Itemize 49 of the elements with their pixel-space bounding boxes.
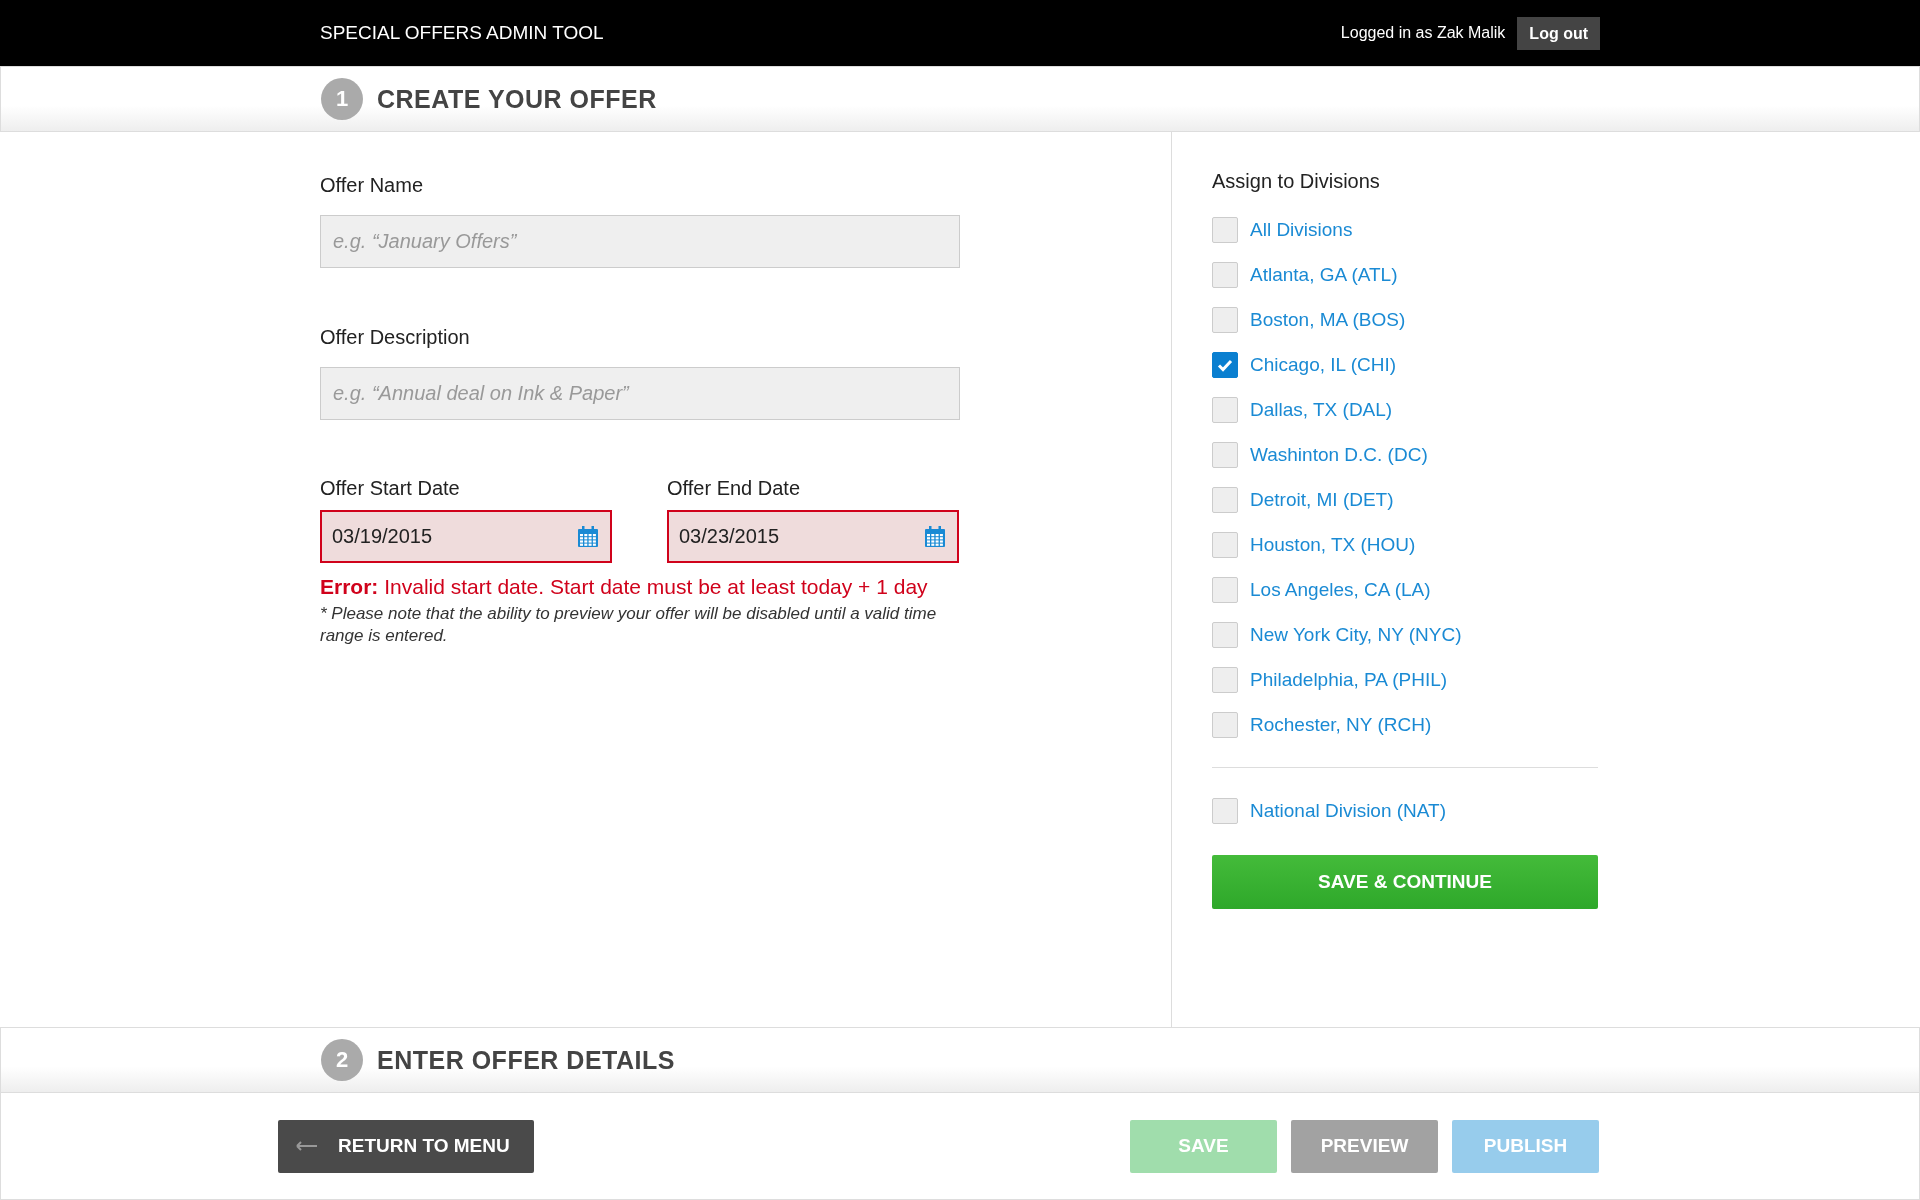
error-message: Error: Invalid start date. Start date must be at least today + 1 day: [320, 575, 929, 599]
field-label: Offer Description: [320, 326, 471, 349]
note-text: * Please note that the ability to preview your offer will be disabled until a valid time range is entered.: [320, 603, 938, 647]
field-label: Offer Start Date: [320, 477, 461, 500]
return-to-menu-button[interactable]: RETURN TO MENU: [278, 1119, 534, 1173]
division-label[interactable]: Washinton D.C. (DC): [1250, 443, 1428, 466]
field-label: Offer Name: [320, 174, 424, 197]
division-label[interactable]: Philadelphia, PA (PHIL): [1250, 668, 1448, 691]
checkbox[interactable]: [1212, 351, 1238, 378]
division-label[interactable]: Detroit, MI (DET): [1250, 488, 1394, 511]
checkbox[interactable]: [1212, 621, 1238, 648]
division-label[interactable]: Los Angeles, CA (LA): [1250, 578, 1431, 601]
calendar-icon[interactable]: [576, 524, 600, 549]
offer-description-field[interactable]: e.g. “Annual deal on Ink & Paper”: [320, 367, 960, 420]
division-label[interactable]: Boston, MA (BOS): [1250, 308, 1406, 331]
checkbox[interactable]: [1212, 666, 1238, 693]
step-number: 2: [321, 1039, 363, 1081]
user-text: Logged in as Zak Malik: [1340, 24, 1506, 42]
save-continue-button[interactable]: SAVE & CONTINUE: [1212, 855, 1598, 909]
checkbox[interactable]: [1212, 531, 1238, 558]
arrow-left-icon: [296, 1141, 318, 1151]
checkbox[interactable]: [1212, 797, 1238, 824]
checkbox[interactable]: [1212, 486, 1238, 513]
division-label[interactable]: New York City, NY (NYC): [1250, 623, 1462, 646]
step-title: CREATE YOUR OFFER: [377, 84, 657, 114]
checkbox[interactable]: [1212, 396, 1238, 423]
checkbox[interactable]: [1212, 576, 1238, 603]
division-label[interactable]: National Division (NAT): [1250, 799, 1447, 822]
division-label[interactable]: Rochester, NY (RCH): [1250, 713, 1432, 736]
division-label[interactable]: Houston, TX (HOU): [1250, 533, 1416, 556]
checkbox[interactable]: [1212, 261, 1238, 288]
checkbox[interactable]: [1212, 216, 1238, 243]
checkbox[interactable]: [1212, 306, 1238, 333]
date-field[interactable]: 03/19/2015: [320, 510, 612, 563]
step-title: ENTER OFFER DETAILS: [377, 1045, 675, 1075]
offer-name-field[interactable]: e.g. “January Offers”: [320, 215, 960, 268]
division-label[interactable]: Atlanta, GA (ATL): [1250, 263, 1398, 286]
logout-button[interactable]: Log out: [1517, 16, 1600, 50]
app-title: SPECIAL OFFERS ADMIN TOOL: [320, 22, 604, 44]
date-field[interactable]: 03/23/2015: [667, 510, 959, 563]
calendar-icon[interactable]: [923, 524, 947, 549]
division-label[interactable]: All Divisions: [1250, 218, 1353, 241]
step-number: 1: [321, 78, 363, 120]
section-title: Assign to Divisions: [1212, 170, 1381, 193]
division-label[interactable]: Dallas, TX (DAL): [1250, 398, 1393, 421]
checkbox[interactable]: [1212, 441, 1238, 468]
field-label: Offer End Date: [667, 477, 802, 500]
checkbox[interactable]: [1212, 711, 1238, 738]
division-label[interactable]: Chicago, IL (CHI): [1250, 353, 1397, 376]
